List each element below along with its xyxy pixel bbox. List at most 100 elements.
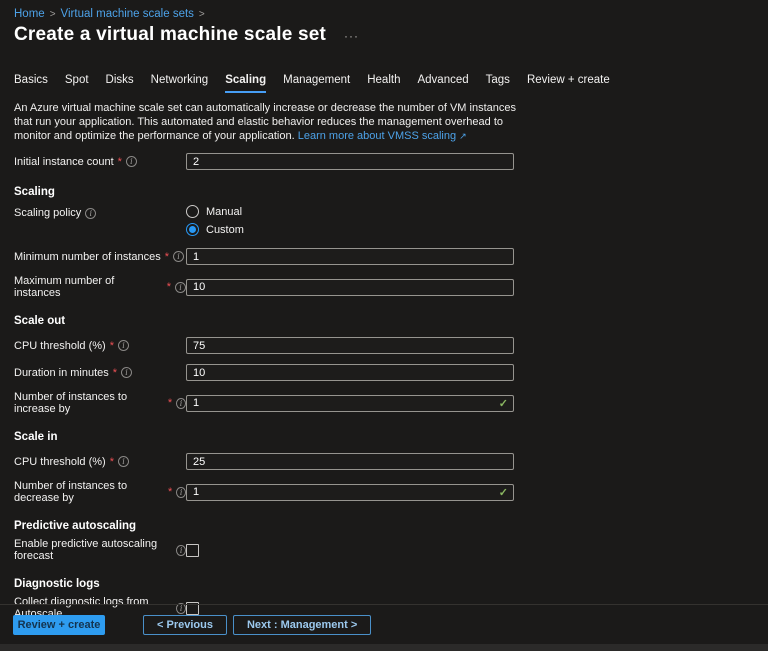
required-asterisk: * [166,281,172,293]
diagnostic-section-title: Diagnostic logs [14,578,100,590]
chevron-right-icon: > [49,8,56,20]
tab-bar: Basics Spot Disks Networking Scaling Man… [14,74,754,93]
required-asterisk: * [164,250,170,263]
field-label: Number of instances to decrease by * i [14,480,186,504]
required-asterisk: * [167,397,173,409]
radio-custom-label: Custom [206,223,244,236]
tab-disks[interactable]: Disks [106,74,134,93]
field-label: Maximum number of instances * i [14,275,186,299]
external-link-icon: ↗ [459,131,467,141]
required-asterisk: * [109,339,114,352]
info-icon[interactable]: i [176,544,186,556]
field-label: Enable predictive autoscaling forecast i [14,538,186,562]
scale-out-cpu-row: CPU threshold (%) * i [14,337,754,354]
bottom-strip [0,644,768,651]
max-instances-input[interactable] [186,278,514,296]
tab-tags[interactable]: Tags [486,74,510,93]
radio-manual-label: Manual [206,205,243,218]
info-icon[interactable]: i [125,156,137,167]
breadcrumb: Home > Virtual machine scale sets > [14,8,754,20]
tab-management[interactable]: Management [283,74,350,93]
more-options-button[interactable]: ··· [344,29,359,43]
required-asterisk: * [117,155,122,168]
field-label: Duration in minutes * i [14,367,186,379]
scale-out-section-title: Scale out [14,315,66,327]
increase-by-row: Number of instances to increase by * i ✓ [14,391,754,415]
next-management-button[interactable]: Next : Management > [232,615,372,635]
scaling-policy-row: Scaling policy i Manual Custom [14,205,754,236]
breadcrumb-vmss-link[interactable]: Virtual machine scale sets [61,8,194,20]
page-content: Home > Virtual machine scale sets > Crea… [0,0,768,620]
info-icon[interactable]: i [176,397,186,409]
scale-out-cpu-input[interactable] [186,337,514,354]
radio-option-manual[interactable]: Manual [186,205,514,218]
field-label: CPU threshold (%) * i [14,340,186,352]
tab-review-create[interactable]: Review + create [527,74,610,93]
field-label: Minimum number of instances * i [14,251,186,263]
field-label: Scaling policy i [14,207,186,219]
duration-row: Duration in minutes * i [14,364,754,381]
radio-custom-icon[interactable] [186,223,199,236]
min-instances-row: Minimum number of instances * i [14,248,754,265]
tab-scaling[interactable]: Scaling [225,74,267,93]
review-create-button[interactable]: Review + create [13,615,105,635]
previous-button[interactable]: < Previous [143,615,227,635]
min-instances-input[interactable] [186,248,514,265]
info-icon[interactable]: i [117,340,129,351]
field-label: CPU threshold (%) * i [14,456,186,468]
scaling-section-title: Scaling [14,186,55,198]
predictive-forecast-row: Enable predictive autoscaling forecast i [14,538,754,562]
initial-instance-count-label: Initial instance count [14,155,114,168]
info-icon[interactable]: i [173,251,185,262]
intro-text: An Azure virtual machine scale set can a… [14,101,528,143]
predictive-section-title: Predictive autoscaling [14,520,137,532]
field-label: Number of instances to increase by * i [14,391,186,415]
info-icon[interactable]: i [85,207,97,219]
info-icon[interactable]: i [121,367,133,378]
max-instances-row: Maximum number of instances * i [14,275,754,299]
scale-in-section-title: Scale in [14,431,58,443]
tab-spot[interactable]: Spot [65,74,89,93]
scale-in-cpu-input[interactable] [186,453,514,470]
info-icon[interactable]: i [176,486,186,498]
tab-health[interactable]: Health [367,74,400,93]
duration-label: Duration in minutes [14,366,109,379]
required-asterisk: * [109,455,114,468]
required-asterisk: * [112,366,118,379]
decrease-by-row: Number of instances to decrease by * i ✓ [14,480,754,504]
increase-by-label: Number of instances to increase by [14,391,128,415]
info-icon[interactable]: i [117,456,129,467]
max-instances-label: Maximum number of instances [14,275,115,299]
duration-input[interactable] [186,364,514,381]
initial-instance-count-input[interactable] [186,153,514,170]
predictive-forecast-checkbox[interactable] [186,543,199,557]
field-label: Initial instance count * i [14,156,186,168]
tab-basics[interactable]: Basics [14,74,48,93]
page-title: Create a virtual machine scale set [14,24,327,45]
tab-advanced[interactable]: Advanced [417,74,468,93]
scaling-policy-radio-group: Manual Custom [186,205,514,236]
scale-out-cpu-label: CPU threshold (%) [14,339,106,352]
valid-check-icon: ✓ [498,397,508,410]
radio-option-custom[interactable]: Custom [186,223,514,236]
decrease-by-label: Number of instances to decrease by [14,480,128,504]
required-asterisk: * [168,486,173,498]
scaling-policy-label: Scaling policy [14,207,82,219]
tab-networking[interactable]: Networking [151,74,209,93]
min-instances-label: Minimum number of instances [14,250,161,263]
breadcrumb-home-link[interactable]: Home [14,8,45,20]
title-row: Create a virtual machine scale set ··· [14,24,754,46]
wizard-footer: Review + create < Previous Next : Manage… [0,604,768,651]
vmss-scaling-learn-more-link[interactable]: Learn more about VMSS scaling [298,130,456,142]
decrease-by-input[interactable] [186,483,514,501]
predictive-forecast-label: Enable predictive autoscaling forecast [14,538,158,562]
increase-by-input[interactable] [186,394,514,412]
footer-buttons: Review + create < Previous Next : Manage… [0,605,768,644]
scale-in-cpu-row: CPU threshold (%) * i [14,453,754,470]
scale-in-cpu-label: CPU threshold (%) [14,455,106,468]
initial-instance-count-row: Initial instance count * i [14,153,754,170]
chevron-right-icon: > [198,8,205,20]
radio-manual-icon[interactable] [186,205,199,218]
info-icon[interactable]: i [175,281,186,293]
valid-check-icon: ✓ [498,486,508,499]
